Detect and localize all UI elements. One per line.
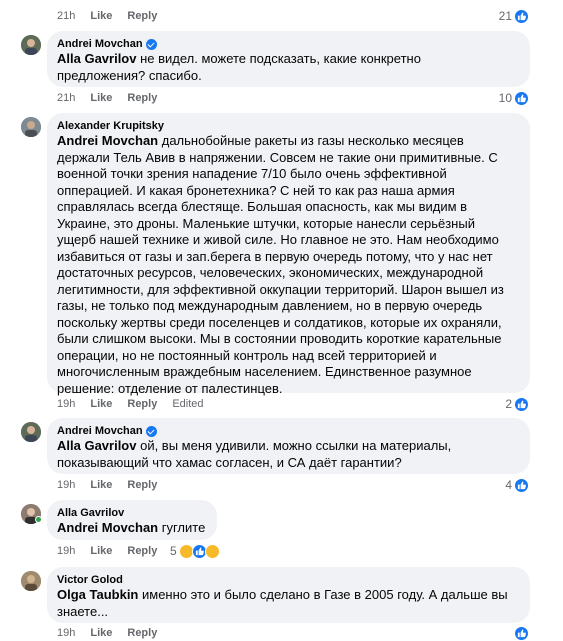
reaction-count: 21: [498, 9, 512, 23]
comment-bubble: Victor Golod Olga Taubkin именно это и б…: [47, 567, 530, 623]
comment-text: Andrei Movchan дальнобойные ракеты из га…: [57, 133, 520, 397]
comment-text: Olga Taubkin именно это и было сделано в…: [57, 587, 520, 620]
comment-bubble: Alexander Krupitsky Andrei Movchan дальн…: [47, 113, 530, 396]
mention-link[interactable]: Olga Taubkin: [57, 587, 138, 602]
comment-bubble: Andrei Movchan Alla Gavrilov не видел. м…: [47, 31, 530, 87]
comment-line: избавиться от газы и зап.берега в первую…: [57, 248, 493, 264]
author-name[interactable]: Alexander Krupitsky: [57, 119, 164, 133]
avatar[interactable]: [21, 117, 41, 137]
comment-time[interactable]: 21h: [57, 92, 75, 104]
comment-line: операции, но не постоянный контроль над …: [57, 347, 437, 363]
mention-link[interactable]: Andrei Movchan: [57, 133, 158, 148]
like-link[interactable]: Like: [90, 545, 112, 557]
like-link[interactable]: Like: [90, 92, 112, 104]
reaction-count: 4: [505, 478, 512, 492]
comment-bubble: Andrei Movchan Alla Gavrilov ой, вы меня…: [47, 418, 530, 474]
comment-line: легитимности, для эффективной оккупации …: [57, 281, 504, 297]
avatar[interactable]: [21, 35, 41, 55]
author-name[interactable]: Andrei Movchan: [57, 37, 143, 51]
comment-line: были слишком высоки. Мы в состоянии пров…: [57, 331, 502, 346]
like-link[interactable]: Like: [90, 398, 112, 410]
comment-line: опперацией. И какая бронетехника? С ней …: [57, 182, 455, 198]
comment-text: Alla Gavrilov ой, вы меня удивили. можно…: [57, 438, 520, 471]
comment-line: гуглите: [158, 520, 206, 535]
comment-bubble: Alla Gavrilov Andrei Movchan гуглите: [47, 500, 217, 540]
reaction-count: 10: [498, 91, 512, 105]
reply-link[interactable]: Reply: [127, 398, 157, 410]
reply-link[interactable]: Reply: [127, 545, 157, 557]
mention-link[interactable]: Alla Gavrilov: [57, 51, 136, 66]
comment-line: дальнобойные ракеты из газы несколько ме…: [158, 133, 464, 148]
comment-meta: 19h Like Reply Edited: [57, 397, 204, 411]
comment-text: Alla Gavrilov не видел. можете подсказат…: [57, 51, 520, 84]
wow-emoji-icon: [204, 543, 220, 559]
comment-thread: 21h Like Reply 21 Andrei Movchan Alla Ga…: [0, 0, 563, 641]
comment-time[interactable]: 19h: [57, 479, 75, 491]
reaction-summary[interactable]: 2: [505, 396, 529, 412]
comment-line: держали Тель Авив в напряжении. Совсем н…: [57, 149, 498, 165]
reaction-summary[interactable]: 21: [499, 8, 529, 24]
comment-line: Украине, это дроны. Маленькие штучки, ко…: [57, 215, 475, 231]
comment-meta: 19h Like Reply: [57, 544, 157, 558]
verified-badge-icon: [145, 38, 157, 50]
comment-meta: 19h Like Reply: [57, 626, 157, 640]
avatar[interactable]: [21, 571, 41, 591]
comment-line: знаете...: [57, 603, 109, 619]
verified-badge-icon: [145, 425, 157, 437]
comment-meta: 21h Like Reply: [57, 91, 157, 105]
avatar[interactable]: [21, 422, 41, 442]
reaction-summary[interactable]: 4: [505, 477, 529, 493]
comment-author[interactable]: Andrei Movchan: [57, 424, 520, 438]
comment-time[interactable]: 19h: [57, 398, 75, 410]
reaction-summary[interactable]: [514, 625, 529, 641]
comment-line: достаточных ресурсов, человеческих, экон…: [57, 265, 484, 280]
reply-link[interactable]: Reply: [127, 627, 157, 639]
author-name[interactable]: Alla Gavrilov: [57, 506, 124, 520]
comment-time[interactable]: 21h: [57, 10, 75, 22]
reply-link[interactable]: Reply: [127, 479, 157, 491]
comment-line: не видел. можете подсказать, какие конкр…: [136, 51, 421, 66]
thumbs-up-icon: [514, 396, 529, 412]
comment-line: поскольку жертвы среди поселенцев и солд…: [57, 314, 502, 330]
comment-time[interactable]: 19h: [57, 545, 75, 557]
comment-line: справлялась всегда блестяще. Большая опа…: [57, 199, 468, 214]
like-link[interactable]: Like: [90, 479, 112, 491]
thumbs-up-icon: [514, 625, 529, 641]
comment-author[interactable]: Victor Golod: [57, 573, 520, 587]
comment-time[interactable]: 19h: [57, 627, 75, 639]
comment-line: многочисленным враждебным населением. Ед…: [57, 364, 472, 379]
thumbs-up-icon: [514, 90, 529, 106]
comment-line: военной точки зрения нападение 7/10 было…: [57, 166, 447, 181]
edited-label[interactable]: Edited: [172, 398, 203, 410]
comment-line: предложения? спасибо.: [57, 67, 202, 83]
comment-line: ой, вы меня удивили. можно ссылки на мат…: [136, 438, 452, 453]
reaction-count: 5: [170, 544, 177, 558]
comment-meta: 21h Like Reply: [57, 9, 157, 23]
reply-link[interactable]: Reply: [127, 92, 157, 104]
comment-line: решение: отделение от палестинцев.: [57, 380, 283, 396]
thumbs-up-icon: [514, 8, 529, 24]
like-link[interactable]: Like: [90, 10, 112, 22]
comment-author[interactable]: Andrei Movchan: [57, 37, 520, 51]
mention-link[interactable]: Andrei Movchan: [57, 520, 158, 535]
comment-line: именно это и было сделано в Газе в 2005 …: [138, 587, 508, 602]
comment-line: показывающий что хамас согласен, и СА да…: [57, 454, 402, 470]
comment-author[interactable]: Alexander Krupitsky: [57, 119, 520, 133]
comment-text: Andrei Movchan гуглите: [57, 520, 207, 537]
reaction-summary[interactable]: 10: [499, 90, 529, 106]
author-name[interactable]: Andrei Movchan: [57, 424, 143, 438]
online-status-dot: [35, 516, 42, 523]
reaction-count: 2: [505, 397, 512, 411]
comment-meta: 19h Like Reply: [57, 478, 157, 492]
comment-line: ущерб нашей технике и живой силе. Но гла…: [57, 232, 499, 247]
thumbs-up-icon: [514, 477, 529, 493]
like-link[interactable]: Like: [90, 627, 112, 639]
reply-link[interactable]: Reply: [127, 10, 157, 22]
reaction-summary[interactable]: 5: [170, 543, 220, 559]
comment-author[interactable]: Alla Gavrilov: [57, 506, 207, 520]
comment-line: газы, не только под международным давлен…: [57, 298, 483, 313]
author-name[interactable]: Victor Golod: [57, 573, 123, 587]
mention-link[interactable]: Alla Gavrilov: [57, 438, 136, 453]
